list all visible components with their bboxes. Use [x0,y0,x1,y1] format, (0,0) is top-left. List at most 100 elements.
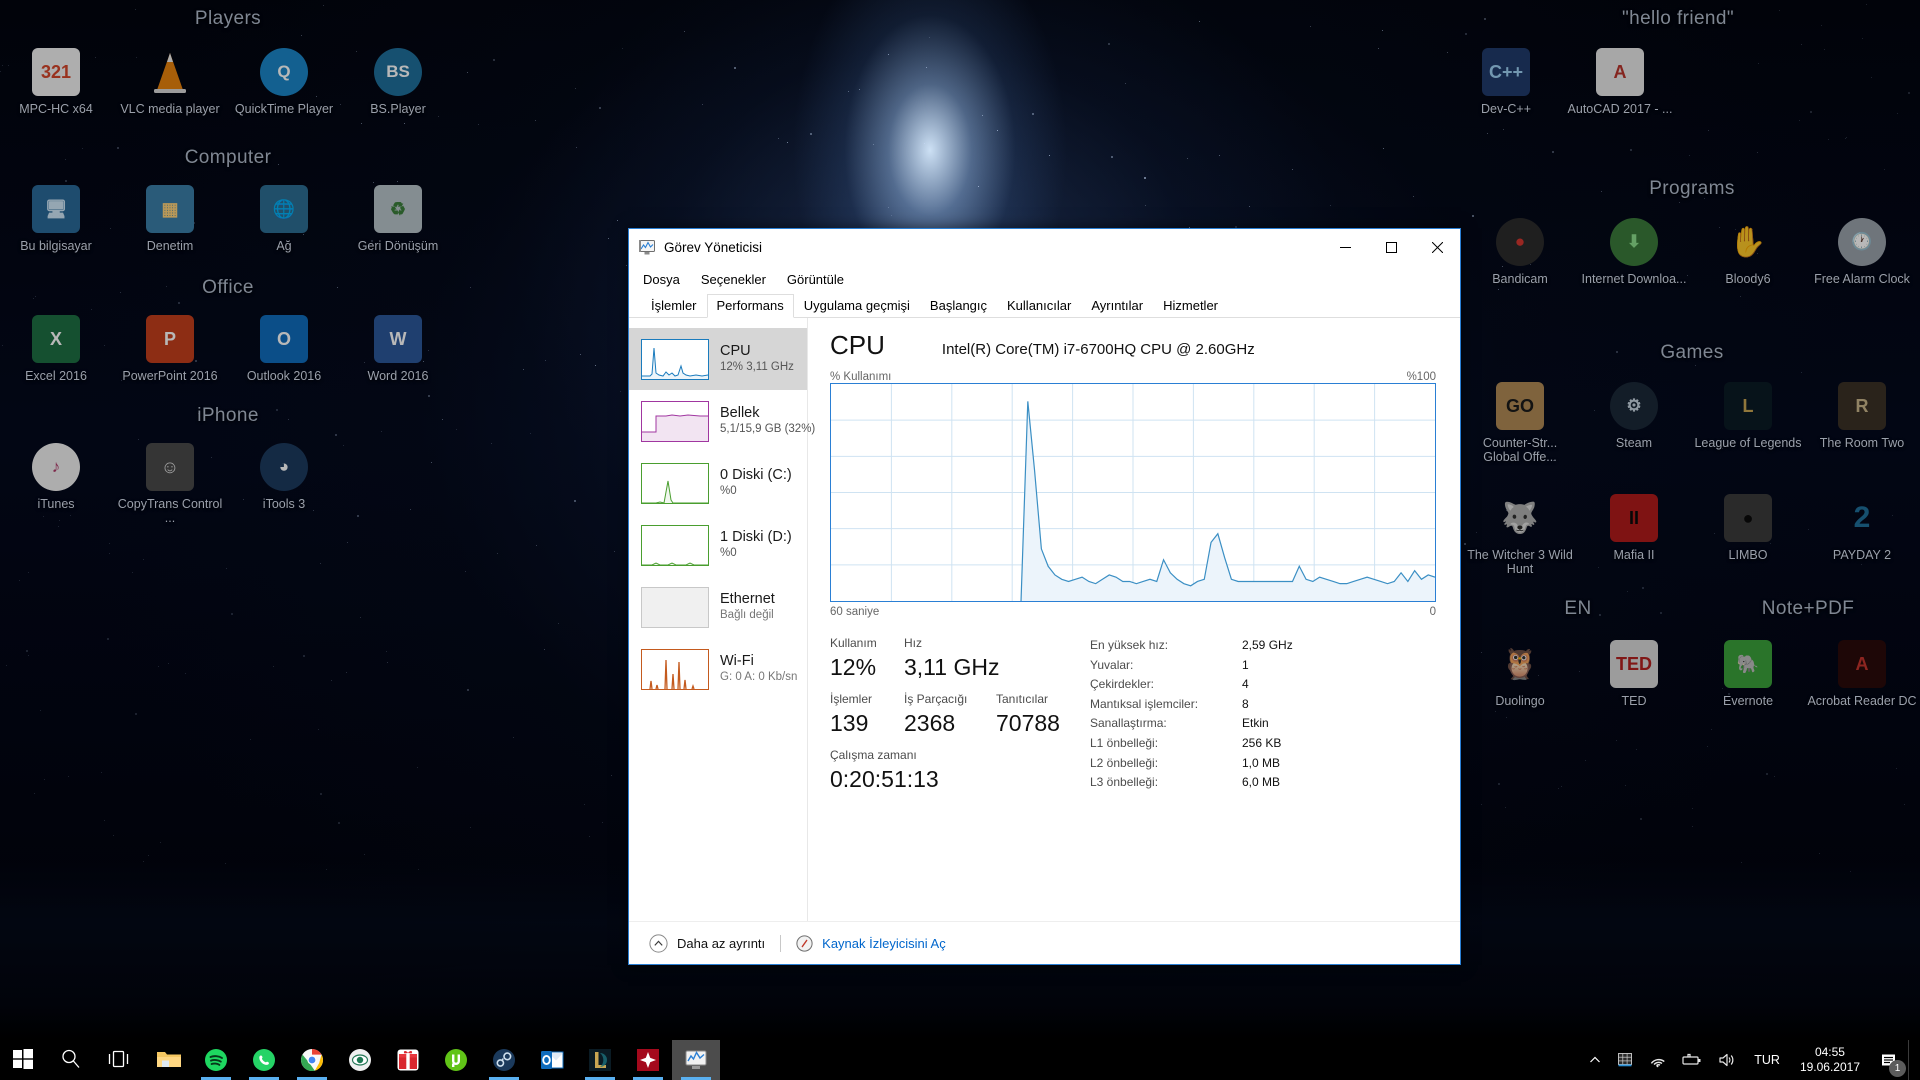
tab-performans[interactable]: Performans [706,294,794,318]
desktop-icon[interactable]: ▦ Denetim [114,185,226,253]
show-hidden-icons-button[interactable] [1581,1040,1609,1080]
desktop-icon[interactable]: R The Room Two [1806,382,1918,450]
menu-item-dosya[interactable]: Dosya [641,270,682,289]
desktop-icon[interactable]: ● LIMBO [1692,494,1804,562]
taskbar-steam[interactable] [480,1040,528,1080]
desktop-icon[interactable]: 🐘 Evernote [1692,640,1804,708]
taskbar-outlook[interactable] [528,1040,576,1080]
tray-grid-icon-button[interactable] [1609,1040,1641,1080]
language-indicator[interactable]: TUR [1744,1053,1790,1067]
menu-item-goruntule[interactable]: Görüntüle [785,270,846,289]
desktop-icon[interactable]: ◕ iTools 3 [228,443,340,511]
taskbar-flux[interactable] [336,1040,384,1080]
desktop-icon[interactable]: ⚙ Steam [1578,382,1690,450]
taskbar-red-app[interactable] [624,1040,672,1080]
minimize-button[interactable] [1322,229,1368,265]
sidebar-item-label: 1 Diski (D:) [720,529,792,545]
vlc-cone-icon [146,48,194,96]
tab-hizmetler[interactable]: Hizmetler [1153,294,1228,318]
desktop-icon[interactable]: 🕐 Free Alarm Clock [1806,218,1918,286]
task-view-icon [108,1048,132,1072]
bandicam-icon: ● [1496,218,1544,266]
tab-kullanıcılar[interactable]: Kullanıcılar [997,294,1081,318]
menu-item-secenekler[interactable]: Seçenekler [699,270,768,289]
desktop-icon[interactable]: TED TED [1578,640,1690,708]
taskbar-search-button[interactable] [48,1040,96,1080]
desktop-icon[interactable]: A Acrobat Reader DC [1806,640,1918,708]
volume-button[interactable] [1710,1040,1744,1080]
desktop-icon[interactable]: ● Bandicam [1464,218,1576,286]
desktop-icon[interactable]: 🐺 The Witcher 3 Wild Hunt [1464,494,1576,577]
notification-center-button[interactable]: 1 [1870,1040,1908,1080]
show-desktop-button[interactable] [1908,1040,1916,1080]
maximize-button[interactable] [1368,229,1414,265]
taskbar-start-button[interactable] [0,1040,48,1080]
sidebar-item-0-diski-c[interactable]: 0 Diski (C:) %0 [629,452,807,514]
desktop-icon[interactable]: W Word 2016 [342,315,454,383]
desktop-icon[interactable]: P PowerPoint 2016 [114,315,226,383]
desktop-icon[interactable]: A AutoCAD 2017 - ... [1564,48,1676,116]
desktop-icon[interactable]: L League of Legends [1692,382,1804,450]
ted-icon: TED [1610,640,1658,688]
resource-monitor-link[interactable]: Kaynak İzleyicisini Aç [822,936,946,951]
taskbar-whatsapp[interactable] [240,1040,288,1080]
desktop-icon-label: Word 2016 [367,369,429,383]
sidebar-item-sublabel: G: 0 A: 0 Kb/sn [720,671,798,683]
desktop-icon-label: LIMBO [1728,548,1768,562]
taskbar-gift-app[interactable] [384,1040,432,1080]
sidebar-item-ethernet[interactable]: Ethernet Bağlı değil [629,576,807,638]
taskbar-task-manager[interactable] [672,1040,720,1080]
cpu-detail-value: 8 [1242,696,1249,711]
desktop-icon[interactable]: ✋ Bloody6 [1692,218,1804,287]
desktop-icon[interactable]: ⬇ Internet Downloa... [1578,218,1690,286]
sidebar-thumbnail [641,400,709,442]
desktop-icon[interactable]: X Excel 2016 [0,315,112,383]
sidebar-item-bellek[interactable]: Bellek 5,1/15,9 GB (32%) [629,390,815,452]
desktop-icon[interactable]: VLC media player [114,48,226,116]
desktop-icon[interactable]: 321 MPC-HC x64 [0,48,112,116]
witcher3-icon: 🐺 [1501,501,1539,535]
wifi-button[interactable] [1641,1040,1674,1080]
desktop-icon-label: MPC-HC x64 [19,102,93,116]
desktop-icon[interactable]: ☺ CopyTrans Control ... [114,443,226,525]
taskbar-chrome[interactable] [288,1040,336,1080]
desktop-icon-label: Geri Dönüşüm [357,239,439,253]
taskbar-spotify[interactable] [192,1040,240,1080]
tab-başlangıç[interactable]: Başlangıç [920,294,997,318]
cpu-detail-value: 6,0 MB [1242,775,1281,790]
sidebar-item-cpu[interactable]: CPU 12% 3,11 GHz [629,328,807,390]
fewer-details-button[interactable]: Daha az ayrıntı [649,933,765,953]
desktop-icon[interactable]: 🌐 Ağ [228,185,340,253]
cpu-usage-graph[interactable] [830,383,1436,602]
battery-button[interactable] [1674,1040,1710,1080]
desktop-icon-label: Evernote [1722,694,1774,708]
taskbar-task-view-button[interactable] [96,1040,144,1080]
taskbar-utorrent[interactable] [432,1040,480,1080]
tab-uygulama-geçmişi[interactable]: Uygulama geçmişi [794,294,920,318]
desktop-icon[interactable]: GO Counter-Str... Global Offe... [1464,382,1576,464]
desktop-icon[interactable]: 🦉 Duolingo [1464,640,1576,709]
desktop-icon[interactable]: II Mafia II [1578,494,1690,562]
desktop-icon[interactable]: C++ Dev-C++ [1450,48,1562,116]
desktop-icon[interactable]: ♪ iTunes [0,443,112,511]
desktop-icon[interactable]: ♻ Geri Dönüşüm [342,185,454,253]
taskbar-file-explorer[interactable] [144,1040,192,1080]
desktop-icon[interactable]: 🖥 Bu bilgisayar [0,185,112,253]
fence-title: "hello friend" [1621,8,1735,29]
chrome-icon [300,1048,324,1072]
close-button[interactable] [1414,229,1460,265]
tab-ayrıntılar[interactable]: Ayrıntılar [1081,294,1153,318]
taskbar-league-of-legends[interactable] [576,1040,624,1080]
desktop-icon[interactable]: Q QuickTime Player [228,48,340,116]
desktop-icon[interactable]: 2 PAYDAY 2 [1806,494,1918,562]
stat-islemler: İşlemler 139 [830,690,904,738]
desktop-icon-label: Bloody6 [1725,272,1771,286]
tab-i̇şlemler[interactable]: İşlemler [641,294,707,318]
desktop-icon[interactable]: BS BS.Player [342,48,454,116]
sidebar-item-1-diski-d[interactable]: 1 Diski (D:) %0 [629,514,807,576]
desktop-icon[interactable]: O Outlook 2016 [228,315,340,383]
window-titlebar[interactable]: Görev Yöneticisi [629,229,1460,265]
sidebar-item-wi-fi[interactable]: Wi-Fi G: 0 A: 0 Kb/sn [629,638,807,700]
cpu-detail-row: Sanallaştırma: Etkin [1090,714,1436,734]
clock[interactable]: 04:55 19.06.2017 [1790,1040,1870,1080]
